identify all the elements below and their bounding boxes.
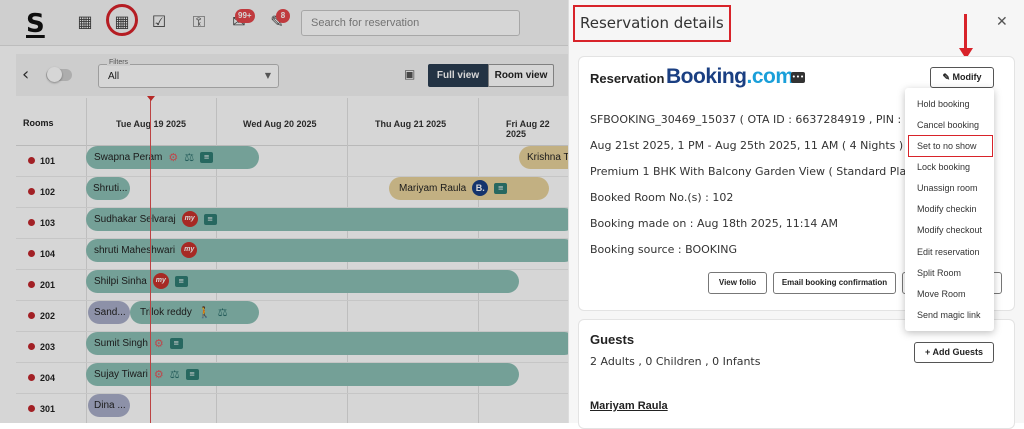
menu-item-split-room[interactable]: Split Room [917,268,961,278]
menu-item-modify-checkout[interactable]: Modify checkout [917,225,982,235]
annotation-arrow [964,14,967,50]
guests-card: Guests 2 Adults , 0 Children , 0 Infants… [578,319,1015,429]
menu-item-modify-checkin[interactable]: Modify checkin [917,204,977,214]
panel-title: Reservation details [580,14,724,32]
room-type: Premium 1 BHK With Balcony Garden View (… [590,165,921,178]
booking-source: Booking source : BOOKING [590,243,737,256]
menu-item-lock-booking[interactable]: Lock booking [917,162,970,172]
add-guests-button[interactable]: + Add Guests [914,342,994,363]
reservation-dates: Aug 21st 2025, 1 PM - Aug 25th 2025, 11 … [590,139,904,152]
email-confirmation-button[interactable]: Email booking confirmation [773,272,896,294]
menu-item-cancel-booking[interactable]: Cancel booking [917,120,979,130]
guests-count: 2 Adults , 0 Children , 0 Infants [590,355,761,368]
set-no-show-highlight-box [908,135,993,157]
close-icon[interactable]: ✕ [996,14,1008,30]
menu-item-edit-reservation[interactable]: Edit reservation [917,247,980,257]
message-icon[interactable]: ••• [791,72,805,83]
booking-com-logo: Booking.com [666,65,794,88]
menu-item-unassign-room[interactable]: Unassign room [917,183,978,193]
modify-button[interactable]: ✎ Modify [930,67,994,88]
modify-dropdown-menu: Hold booking Cancel booking Set to no sh… [905,88,994,331]
booked-rooms: Booked Room No.(s) : 102 [590,191,734,204]
backdrop-overlay[interactable] [0,0,568,423]
menu-item-hold-booking[interactable]: Hold booking [917,99,970,109]
menu-item-send-magic-link[interactable]: Send magic link [917,310,981,320]
reservation-id: SFBOOKING_30469_15037 ( OTA ID : 6637284… [590,113,958,126]
menu-item-move-room[interactable]: Move Room [917,289,966,299]
reservation-label: Reservation [590,71,665,86]
pencil-icon: ✎ [942,72,953,82]
booking-made-on: Booking made on : Aug 18th 2025, 11:14 A… [590,217,838,230]
guests-label: Guests [590,332,635,347]
view-folio-button[interactable]: View folio [708,272,767,294]
guest-name-link[interactable]: Mariyam Raula [590,400,668,412]
